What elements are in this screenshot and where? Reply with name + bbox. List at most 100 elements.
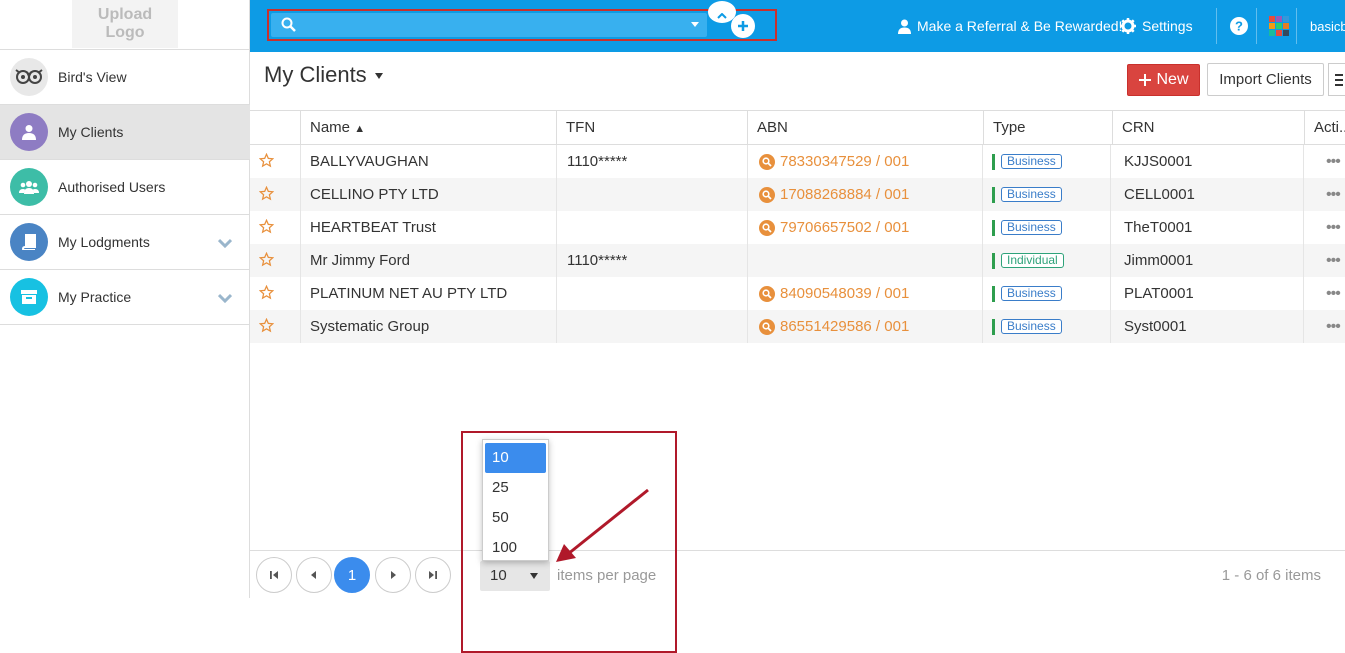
- sidebar: Upload Logo Bird's View My Clients Autho…: [0, 0, 250, 598]
- user-menu[interactable]: basicb: [1310, 0, 1345, 52]
- row-actions-icon[interactable]: •••: [1326, 244, 1345, 277]
- settings-link[interactable]: Settings: [1120, 0, 1193, 52]
- import-clients-button[interactable]: Import Clients: [1207, 63, 1324, 96]
- type-indicator-bar: [992, 318, 995, 335]
- column-header-type[interactable]: Type: [983, 111, 1111, 144]
- sidebar-item-birds-view[interactable]: Bird's View: [0, 50, 250, 105]
- cell-abn-link[interactable]: 17088268884 / 001: [759, 178, 979, 211]
- abn-value: 79706657502 / 001: [780, 219, 910, 236]
- row-actions-icon[interactable]: •••: [1326, 211, 1345, 244]
- cell-abn-link[interactable]: 86551429586 / 001: [759, 310, 979, 343]
- column-divider: [982, 178, 983, 211]
- cell-name[interactable]: PLATINUM NET AU PTY LTD: [310, 277, 550, 310]
- help-button[interactable]: ?: [1230, 0, 1248, 52]
- chevron-down-icon[interactable]: [217, 235, 233, 251]
- favorite-star-icon[interactable]: [258, 152, 275, 171]
- column-divider: [300, 178, 301, 211]
- type-badge: Business: [1001, 286, 1062, 301]
- sidebar-item-label: My Practice: [58, 289, 132, 305]
- users-icon: [10, 168, 48, 206]
- divider: [1296, 8, 1297, 44]
- column-divider: [747, 145, 748, 178]
- table-row[interactable]: Mr Jimmy Ford 1110***** Individual Jimm0001…: [250, 244, 1345, 277]
- cell-name[interactable]: HEARTBEAT Trust: [310, 211, 550, 244]
- cell-type: Business: [992, 310, 1107, 343]
- cell-tfn: 1110*****: [567, 153, 628, 170]
- search-input[interactable]: [301, 15, 671, 35]
- last-page-button[interactable]: [415, 557, 451, 593]
- favorite-star-icon[interactable]: [258, 218, 275, 237]
- table-row[interactable]: CELLINO PTY LTD 17088268884 / 001 Business…: [250, 178, 1345, 211]
- column-header-actions[interactable]: Acti...: [1304, 111, 1345, 144]
- favorite-star-icon[interactable]: [258, 284, 275, 303]
- sidebar-item-my-practice[interactable]: My Practice: [0, 270, 250, 325]
- column-divider: [556, 211, 557, 244]
- plus-icon: [738, 21, 748, 31]
- cell-name[interactable]: CELLINO PTY LTD: [310, 178, 550, 211]
- abn-lookup-icon: [759, 153, 775, 170]
- column-header-abn[interactable]: ABN: [747, 111, 982, 144]
- column-divider: [1303, 211, 1304, 244]
- next-page-icon: [391, 571, 396, 579]
- divider: [1256, 8, 1257, 44]
- first-page-button[interactable]: [256, 557, 292, 593]
- cell-abn-link[interactable]: 84090548039 / 001: [759, 277, 979, 310]
- favorite-star-icon[interactable]: [258, 251, 275, 270]
- row-actions-icon[interactable]: •••: [1326, 178, 1345, 211]
- add-client-button[interactable]: [731, 14, 755, 38]
- row-actions-icon[interactable]: •••: [1326, 277, 1345, 310]
- row-actions-icon[interactable]: •••: [1326, 310, 1345, 343]
- apps-button[interactable]: [1269, 0, 1289, 52]
- sidebar-item-my-lodgments[interactable]: My Lodgments: [0, 215, 250, 270]
- table-row[interactable]: Systematic Group 86551429586 / 001 Busines…: [250, 310, 1345, 343]
- prev-page-button[interactable]: [296, 557, 332, 593]
- type-indicator-bar: [992, 252, 995, 269]
- cell-name[interactable]: BALLYVAUGHAN: [310, 145, 550, 178]
- pager: 1 10 items per page 1 - 6 of 6 items: [250, 550, 1345, 598]
- upload-logo[interactable]: Upload Logo: [72, 0, 178, 48]
- page-button-current[interactable]: 1: [334, 557, 370, 593]
- client-search[interactable]: [271, 13, 707, 37]
- column-divider: [1303, 145, 1304, 178]
- cell-abn-link[interactable]: 79706657502 / 001: [759, 211, 979, 244]
- column-header-name[interactable]: Name ▲: [300, 111, 556, 144]
- annotation-arrow-icon: [556, 488, 649, 562]
- settings-label: Settings: [1142, 18, 1193, 34]
- page-title[interactable]: My Clients: [264, 62, 383, 88]
- cell-crn: PLAT0001: [1124, 285, 1194, 302]
- top-bar: Make a Referral & Be Rewarded! Settings …: [250, 0, 1345, 52]
- row-actions-icon[interactable]: •••: [1326, 145, 1345, 178]
- sidebar-item-my-clients[interactable]: My Clients: [0, 105, 250, 160]
- cell-name[interactable]: Systematic Group: [310, 310, 550, 343]
- column-header-label: Name: [310, 119, 351, 136]
- chevron-up-icon: [717, 13, 727, 19]
- column-divider: [747, 244, 748, 277]
- sidebar-item-label: Bird's View: [58, 69, 127, 85]
- clients-grid: Name ▲ TFN ABN Type CRN Acti... BALLYVAU…: [250, 110, 1345, 343]
- favorite-star-icon[interactable]: [258, 317, 275, 336]
- favorite-star-icon[interactable]: [258, 185, 275, 204]
- new-client-button[interactable]: New: [1127, 64, 1200, 96]
- table-row[interactable]: PLATINUM NET AU PTY LTD 84090548039 / 001…: [250, 277, 1345, 310]
- table-row[interactable]: HEARTBEAT Trust 79706657502 / 001 Business…: [250, 211, 1345, 244]
- divider: [1216, 8, 1217, 44]
- column-header-tfn[interactable]: TFN: [556, 111, 747, 144]
- column-divider: [556, 310, 557, 343]
- table-row[interactable]: BALLYVAUGHAN 1110***** 78330347529 / 001 Bu…: [250, 145, 1345, 178]
- sidebar-item-authorised-users[interactable]: Authorised Users: [0, 160, 250, 215]
- referral-link[interactable]: Make a Referral & Be Rewarded!: [898, 0, 1122, 52]
- more-options-button[interactable]: [1328, 63, 1345, 96]
- column-divider: [556, 244, 557, 277]
- column-header-crn[interactable]: CRN: [1112, 111, 1304, 144]
- search-dropdown-caret-icon[interactable]: [691, 22, 699, 27]
- cell-crn: KJJS0001: [1124, 153, 1193, 170]
- cell-abn-link[interactable]: 78330347529 / 001: [759, 145, 979, 178]
- next-page-button[interactable]: [375, 557, 411, 593]
- column-divider: [982, 244, 983, 277]
- menu-icon: [1335, 74, 1343, 86]
- cell-tfn: [567, 178, 737, 211]
- cell-name[interactable]: Mr Jimmy Ford: [310, 244, 550, 277]
- chevron-down-icon[interactable]: [217, 290, 233, 306]
- user-name: basicb: [1310, 18, 1345, 34]
- type-badge: Business: [1001, 154, 1062, 169]
